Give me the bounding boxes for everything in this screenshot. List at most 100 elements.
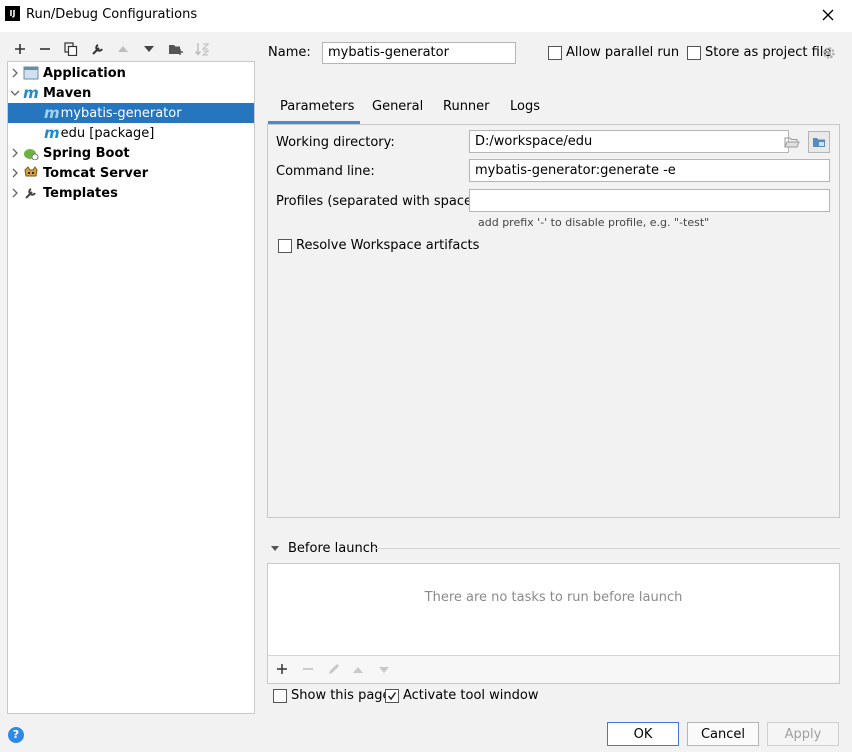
wrench-icon	[22, 185, 40, 201]
spring-boot-icon	[22, 145, 40, 161]
plus-icon	[277, 664, 287, 674]
activate-tool-window-checkbox[interactable]: Activate tool window	[385, 688, 538, 703]
checkbox-box[interactable]	[278, 238, 292, 253]
title-bar: IJ Run/Debug Configurations	[0, 0, 852, 32]
show-this-page-checkbox[interactable]: Show this page	[273, 688, 391, 703]
create-folder-button[interactable]	[167, 40, 185, 58]
close-icon	[822, 9, 834, 21]
help-icon[interactable]: ?	[8, 727, 24, 743]
intellij-app-icon: IJ	[5, 6, 20, 21]
minus-icon	[303, 668, 313, 670]
configuration-tree[interactable]: Application m Maven m mybatis-generator …	[7, 61, 255, 714]
command-line-label: Command line:	[276, 164, 375, 179]
cancel-button[interactable]: Cancel	[687, 722, 759, 746]
triangle-down-icon	[379, 667, 389, 673]
move-task-up-button[interactable]	[352, 664, 364, 679]
profiles-label: Profiles (separated with space):	[276, 194, 482, 209]
edit-task-button[interactable]	[327, 662, 341, 680]
tree-item-application[interactable]: Application	[8, 63, 254, 83]
working-directory-input[interactable]: D:/workspace/edu	[469, 130, 789, 153]
profiles-hint: add prefix '-' to disable profile, e.g. …	[478, 216, 710, 229]
tree-item-templates[interactable]: Templates	[8, 183, 254, 203]
ok-button[interactable]: OK	[607, 722, 679, 746]
tree-item-tomcat-server[interactable]: Tomcat Server	[8, 163, 254, 183]
checkbox-box[interactable]	[687, 45, 701, 60]
name-label-text: Name:	[268, 45, 311, 60]
tab-general[interactable]: General	[372, 99, 423, 123]
resolve-workspace-checkbox[interactable]: Resolve Workspace artifacts	[278, 238, 479, 253]
move-up-button[interactable]	[114, 40, 132, 58]
remove-configuration-button[interactable]	[36, 40, 54, 58]
tree-item-label: edu [package]	[60, 125, 155, 141]
before-launch-empty-text: There are no tasks to run before launch	[424, 590, 683, 605]
folder-plus-icon	[169, 45, 183, 55]
maven-icon: m	[23, 84, 39, 102]
sort-button[interactable]	[193, 40, 211, 58]
divider	[374, 548, 840, 549]
tab-runner[interactable]: Runner	[443, 99, 490, 123]
apply-button[interactable]: Apply	[767, 722, 839, 746]
tree-item-spring-boot[interactable]: Spring Boot	[8, 143, 254, 163]
add-configuration-button[interactable]	[11, 40, 29, 58]
wrench-icon	[92, 44, 103, 55]
command-line-input[interactable]: mybatis-generator:generate -e	[469, 159, 830, 182]
window-title: Run/Debug Configurations	[26, 7, 198, 22]
parameters-panel: Working directory: D:/workspace/edu Comm…	[267, 124, 840, 518]
triangle-down-icon	[144, 46, 154, 52]
tree-item-label: Spring Boot	[43, 145, 130, 161]
add-task-button[interactable]	[276, 663, 288, 679]
working-directory-label: Working directory:	[276, 135, 395, 150]
before-launch-header[interactable]: Before launch	[270, 541, 378, 556]
chevron-right-icon[interactable]	[8, 168, 22, 178]
tree-item-label: Maven	[43, 85, 92, 101]
gear-icon[interactable]	[822, 46, 836, 64]
tree-item-label: Application	[43, 65, 126, 81]
tree-item-label: Templates	[43, 185, 118, 201]
edit-templates-button[interactable]	[89, 40, 107, 58]
tomcat-icon	[22, 165, 40, 181]
triangle-up-icon	[353, 667, 363, 673]
checkmark-icon	[387, 691, 397, 700]
copy-icon	[64, 42, 78, 56]
before-launch-list[interactable]: There are no tasks to run before launch	[267, 563, 840, 684]
module-dir-button[interactable]	[808, 131, 830, 153]
chevron-right-icon[interactable]	[8, 68, 22, 78]
chevron-right-icon[interactable]	[8, 148, 22, 158]
application-icon	[22, 65, 40, 81]
tab-parameters[interactable]: Parameters	[280, 99, 354, 123]
tab-logs[interactable]: Logs	[510, 99, 540, 123]
triangle-down-icon	[271, 545, 279, 551]
allow-parallel-run-checkbox[interactable]: Allow parallel run	[548, 45, 679, 60]
chevron-right-icon[interactable]	[8, 188, 22, 198]
activate-tool-window-label: Activate tool window	[403, 688, 539, 703]
pencil-icon	[329, 664, 339, 674]
move-down-button[interactable]	[140, 40, 158, 58]
folder-open-icon[interactable]	[784, 135, 800, 153]
module-folder-icon	[813, 138, 825, 147]
tree-item-label: Tomcat Server	[43, 165, 149, 181]
minus-icon	[40, 48, 50, 50]
store-as-project-file-checkbox[interactable]: Store as project file	[687, 45, 831, 60]
plus-icon	[15, 44, 25, 54]
sort-alpha-icon	[194, 43, 210, 56]
name-input[interactable]: mybatis-generator	[322, 42, 516, 64]
chevron-down-icon[interactable]	[8, 89, 22, 97]
checkbox-box[interactable]	[273, 688, 287, 703]
name-label: Name:	[268, 45, 311, 60]
maven-config-icon: m	[44, 104, 60, 122]
move-task-down-button[interactable]	[378, 664, 390, 679]
tree-item-label: mybatis-generator	[60, 105, 182, 121]
close-button[interactable]	[812, 0, 844, 30]
remove-task-button[interactable]	[302, 663, 314, 679]
checkbox-checked[interactable]	[385, 688, 399, 703]
tree-item-mybatis-generator[interactable]: m mybatis-generator	[8, 103, 254, 123]
show-this-page-label: Show this page	[291, 688, 391, 703]
checkbox-box[interactable]	[548, 45, 562, 60]
store-as-project-file-label: Store as project file	[705, 45, 832, 60]
profiles-input[interactable]	[469, 189, 830, 212]
resolve-workspace-label: Resolve Workspace artifacts	[296, 238, 480, 253]
tree-item-edu-package[interactable]: m edu [package]	[8, 123, 254, 143]
copy-configuration-button[interactable]	[62, 40, 80, 58]
tree-item-maven[interactable]: m Maven	[8, 83, 254, 103]
before-launch-toolbar	[268, 655, 839, 683]
